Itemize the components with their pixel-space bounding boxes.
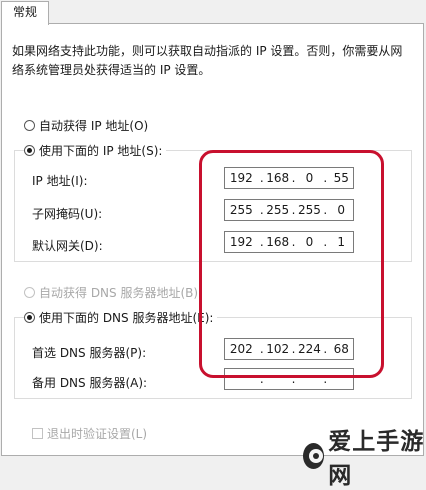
- ip-octet-4: 55: [333, 171, 349, 185]
- subnet-mask-label: 子网掩码(U):: [32, 207, 103, 221]
- auto-dns-label: 自动获得 DNS 服务器地址(B): [39, 286, 199, 300]
- preferred-dns-label: 首选 DNS 服务器(P):: [32, 346, 147, 360]
- site-watermark: 爱上手游网: [303, 422, 426, 490]
- gateway-octet-3: 0: [305, 235, 314, 249]
- preferred-dns-octet-3: 224: [297, 342, 321, 356]
- manual-ip-radio[interactable]: [24, 145, 35, 156]
- manual-dns-radio[interactable]: [24, 312, 35, 323]
- auto-dns-option[interactable]: 自动获得 DNS 服务器地址(B): [24, 284, 198, 301]
- manual-dns-label: 使用下面的 DNS 服务器地址(E):: [39, 311, 214, 325]
- watermark-text: 爱上手游网: [328, 428, 425, 489]
- gateway-input[interactable]: 192 . 168 . 0 . 1: [224, 231, 354, 253]
- mask-octet-2: 255: [266, 203, 290, 217]
- mask-octet-1: 255: [229, 203, 253, 217]
- alternate-dns-input[interactable]: . . .: [224, 368, 354, 390]
- mask-octet-3: 255: [297, 203, 321, 217]
- preferred-dns-octet-1: 202: [229, 342, 253, 356]
- auto-ip-option[interactable]: 自动获得 IP 地址(O): [24, 117, 148, 134]
- ip-address-input[interactable]: 192 . 168 . 0 . 55: [224, 167, 354, 189]
- ip-octet-2: 168: [266, 171, 290, 185]
- gateway-octet-4: 1: [337, 235, 346, 249]
- ip-octet-3: 0: [305, 171, 314, 185]
- validate-settings-checkbox[interactable]: [32, 428, 43, 439]
- tab-general[interactable]: 常规: [1, 1, 49, 25]
- ip-address-label: IP 地址(I):: [32, 174, 88, 188]
- auto-dns-radio[interactable]: [24, 287, 35, 298]
- gateway-octet-2: 168: [266, 235, 290, 249]
- description-text: 如果网络支持此功能，则可以获取自动指派的 IP 设置。否则，你需要从网络系统管理…: [12, 44, 403, 77]
- tab-strip: 常规: [0, 0, 426, 25]
- auto-ip-label: 自动获得 IP 地址(O): [39, 119, 149, 133]
- manual-dns-option[interactable]: 使用下面的 DNS 服务器地址(E):: [24, 309, 218, 326]
- subnet-mask-input[interactable]: 255 . 255 . 255 . 0: [224, 199, 354, 221]
- preferred-dns-octet-4: 68: [333, 342, 349, 356]
- ip-octet-1: 192: [229, 171, 253, 185]
- watermark-logo-icon: [303, 443, 325, 469]
- alternate-dns-label: 备用 DNS 服务器(A):: [32, 376, 148, 390]
- manual-ip-label: 使用下面的 IP 地址(S):: [39, 144, 163, 158]
- validate-settings-option[interactable]: 退出时验证设置(L): [32, 425, 147, 442]
- gateway-label: 默认网关(D):: [32, 239, 103, 253]
- manual-ip-option[interactable]: 使用下面的 IP 地址(S):: [24, 142, 167, 159]
- preferred-dns-octet-2: 102: [266, 342, 290, 356]
- validate-settings-label: 退出时验证设置(L): [47, 427, 148, 441]
- mask-octet-4: 0: [337, 203, 346, 217]
- gateway-octet-1: 192: [229, 235, 253, 249]
- preferred-dns-input[interactable]: 202 . 102 . 224 . 68: [224, 338, 354, 360]
- auto-ip-radio[interactable]: [24, 120, 35, 131]
